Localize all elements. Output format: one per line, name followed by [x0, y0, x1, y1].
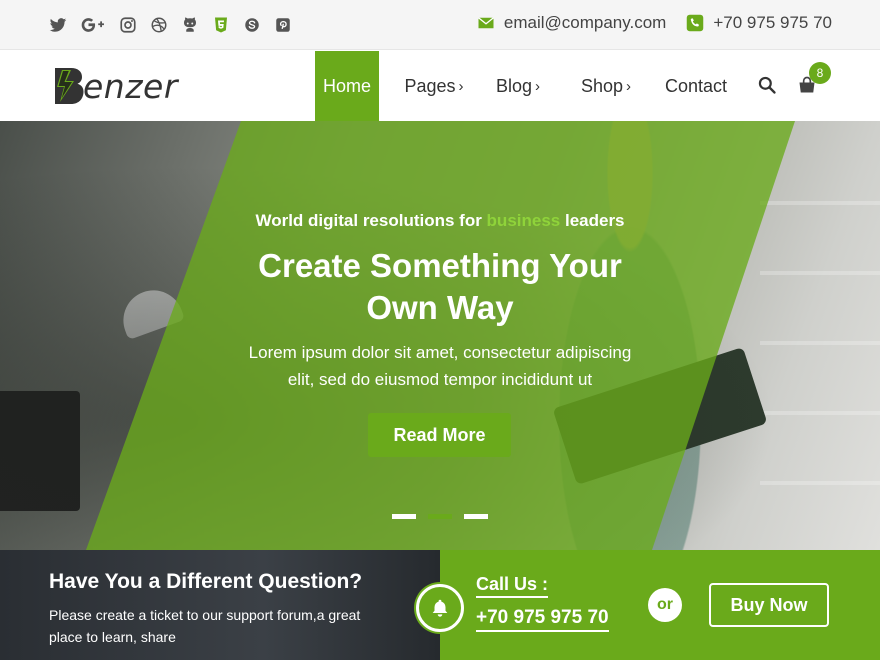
nav-blog[interactable]: Blog › [489, 51, 547, 121]
nav-home-label: Home [322, 75, 371, 96]
logo-text: enzer [83, 66, 178, 106]
brand-logo[interactable]: enzer [49, 64, 178, 108]
chevron-right-icon: › [535, 78, 541, 95]
dribbble-icon[interactable] [150, 15, 168, 35]
hero-tagline: World digital resolutions for business l… [0, 211, 880, 231]
hero-slider: World digital resolutions for business l… [0, 121, 880, 550]
nav-actions: 8 [757, 62, 831, 100]
github-icon[interactable] [181, 15, 199, 35]
support-text: Please create a ticket to our support fo… [49, 607, 361, 645]
nav-contact-label: Contact [665, 75, 728, 96]
envelope-icon [477, 14, 495, 32]
nav-pages[interactable]: Pages › [379, 51, 489, 121]
nav-shop-label: Shop [580, 75, 624, 96]
headline-line-2: Own Way [366, 289, 514, 326]
slider-dot-2[interactable] [428, 514, 452, 519]
tagline-pre: World digital resolutions for [255, 211, 487, 230]
instagram-icon[interactable] [119, 15, 137, 35]
nav-pages-label: Pages [404, 75, 456, 96]
twitter-icon[interactable] [49, 15, 67, 35]
nav-shop[interactable]: Shop › [547, 51, 665, 121]
slider-dots [392, 514, 488, 519]
nav-contact[interactable]: Contact [665, 51, 727, 121]
top-bar: email@company.com +70 975 975 70 [0, 0, 880, 50]
support-title: Have You a Different Question? [49, 570, 363, 593]
nav-blog-label: Blog [495, 75, 533, 96]
contact-info: email@company.com +70 975 975 70 [477, 13, 832, 33]
call-us-number[interactable]: +70 975 975 70 [476, 607, 609, 632]
headline-line-1: Create Something Your [258, 247, 622, 284]
hero-lead-text: Lorem ipsum dolor sit amet, consectetur … [0, 339, 880, 393]
phone-icon [686, 14, 704, 32]
skype-icon[interactable] [243, 15, 261, 35]
social-links [49, 15, 292, 35]
phone-text: +70 975 975 70 [713, 13, 832, 32]
tagline-post: leaders [560, 211, 625, 230]
slider-dot-1[interactable] [392, 514, 416, 519]
search-icon[interactable] [757, 75, 777, 100]
chevron-right-icon: › [626, 78, 632, 95]
lead-line-2: elit, sed do eiusmod tempor incididunt u… [287, 370, 593, 389]
email-contact[interactable]: email@company.com [477, 13, 666, 33]
read-more-button[interactable]: Read More [368, 413, 511, 457]
buy-now-button[interactable]: Buy Now [709, 583, 829, 627]
nav-home[interactable]: Home [315, 51, 379, 121]
cart-count-badge: 8 [809, 62, 831, 84]
lead-line-1: Lorem ipsum dolor sit amet, consectetur … [248, 343, 632, 362]
html5-icon[interactable] [212, 15, 230, 35]
phone-contact[interactable]: +70 975 975 70 [686, 13, 832, 33]
tagline-highlight: business [486, 211, 561, 230]
main-navbar: enzer Home Pages › Blog › Shop › Contact… [0, 51, 880, 121]
hero-headline: Create Something Your Own Way [0, 245, 880, 329]
or-divider: or [648, 588, 682, 622]
pinterest-icon[interactable] [274, 15, 292, 35]
call-us-label: Call Us : [476, 574, 549, 598]
email-text: email@company.com [503, 13, 667, 32]
google-plus-icon[interactable] [80, 15, 106, 35]
chevron-right-icon: › [458, 78, 464, 95]
slider-dot-3[interactable] [464, 514, 488, 519]
main-menu: Home Pages › Blog › Shop › Contact [315, 51, 727, 121]
cart-button[interactable]: 8 [797, 62, 831, 100]
bell-icon [416, 584, 464, 632]
